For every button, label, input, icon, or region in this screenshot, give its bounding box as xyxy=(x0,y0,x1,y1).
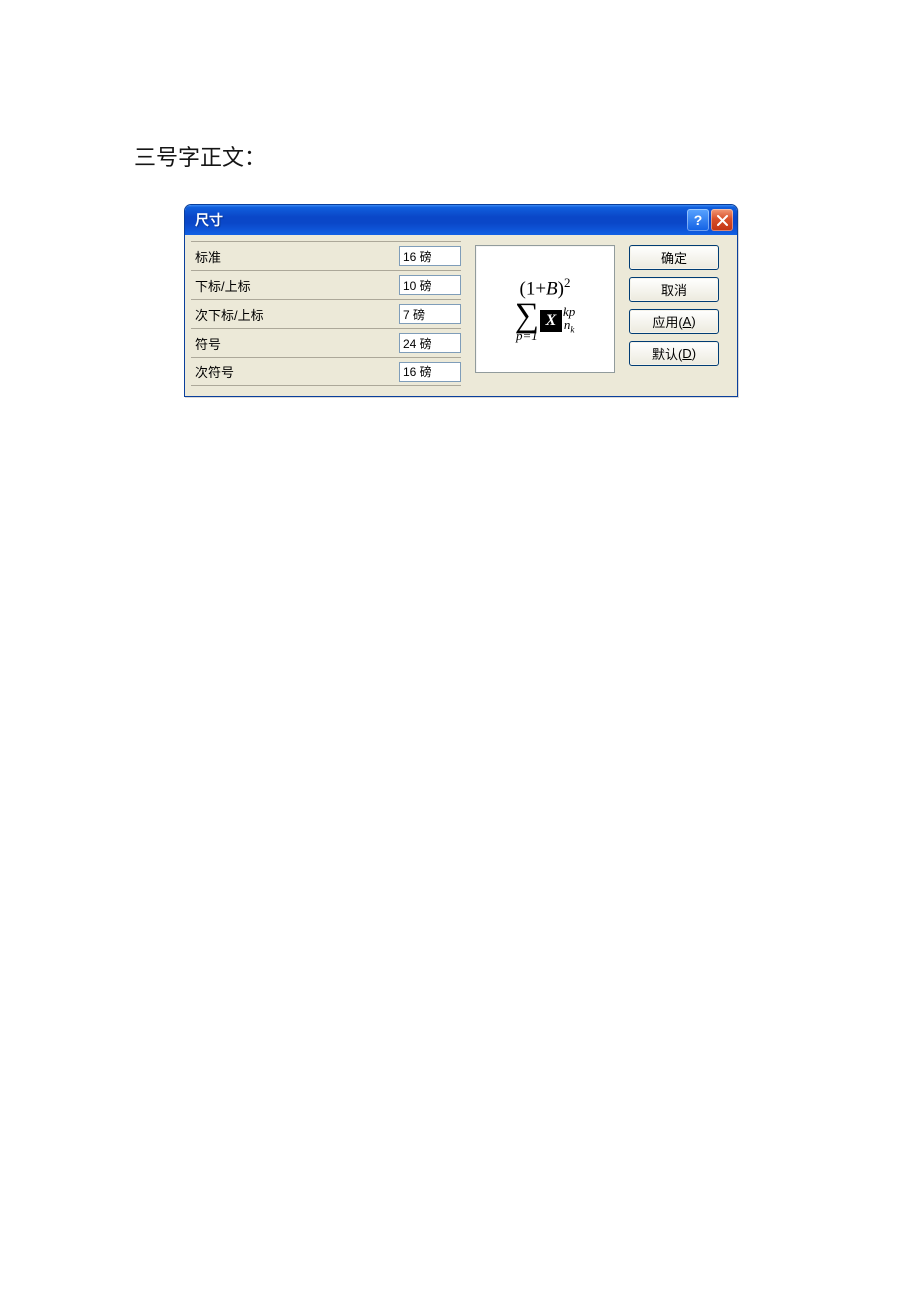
field-label: 次下标/上标 xyxy=(191,305,399,324)
field-label: 符号 xyxy=(191,334,399,353)
default-prefix: 默认( xyxy=(652,344,682,363)
variable-x-icon xyxy=(540,310,562,332)
sigma-icon: ∑ xyxy=(515,301,539,331)
default-button[interactable]: 默认(D) xyxy=(629,341,719,366)
formula-preview: (1+B)2 ∑ p=1 kp nk xyxy=(475,245,615,373)
close-button[interactable] xyxy=(711,209,733,231)
field-label: 次符号 xyxy=(191,362,399,381)
close-icon xyxy=(717,215,728,226)
default-suffix: ) xyxy=(692,346,696,361)
apply-button[interactable]: 应用(A) xyxy=(629,309,719,334)
standard-size-input[interactable] xyxy=(399,246,461,266)
cancel-button[interactable]: 取消 xyxy=(629,277,719,302)
field-row-standard: 标准 xyxy=(191,241,461,270)
dialog-body: 标准 下标/上标 次下标/上标 符号 次符号 xyxy=(185,235,737,396)
preview-top-exp: 2 xyxy=(564,275,571,290)
dialog-title: 尺寸 xyxy=(195,210,687,230)
subsubscript-size-input[interactable] xyxy=(399,304,461,324)
subsymbol-size-input[interactable] xyxy=(399,362,461,382)
dialog-buttons: 确定 取消 应用(A) 默认(D) xyxy=(629,241,719,386)
titlebar-buttons: ? xyxy=(687,209,733,231)
default-hotkey: D xyxy=(682,346,691,361)
help-button[interactable]: ? xyxy=(687,209,709,231)
symbol-size-input[interactable] xyxy=(399,333,461,353)
field-label: 标准 xyxy=(191,247,399,266)
field-row-subsymbol: 次符号 xyxy=(191,357,461,386)
field-row-subscript: 下标/上标 xyxy=(191,270,461,299)
size-fields: 标准 下标/上标 次下标/上标 符号 次符号 xyxy=(191,241,461,386)
preview-subscript-sub: k xyxy=(570,325,574,335)
apply-hotkey: A xyxy=(683,314,692,329)
size-dialog: 尺寸 ? 标准 下标/上标 次下标/上标 符号 xyxy=(184,204,738,397)
apply-suffix: ) xyxy=(691,314,695,329)
page-heading: 三号字正文： xyxy=(134,140,266,172)
ok-button[interactable]: 确定 xyxy=(629,245,719,270)
apply-prefix: 应用( xyxy=(652,312,682,331)
titlebar[interactable]: 尺寸 ? xyxy=(185,205,737,235)
field-row-symbol: 符号 xyxy=(191,328,461,357)
field-row-subsubscript: 次下标/上标 xyxy=(191,299,461,328)
sum-lower: p=1 xyxy=(516,329,538,342)
subscript-size-input[interactable] xyxy=(399,275,461,295)
field-label: 下标/上标 xyxy=(191,276,399,295)
preview-top-var: B xyxy=(546,279,558,300)
formula: (1+B)2 ∑ p=1 kp nk xyxy=(515,276,576,341)
